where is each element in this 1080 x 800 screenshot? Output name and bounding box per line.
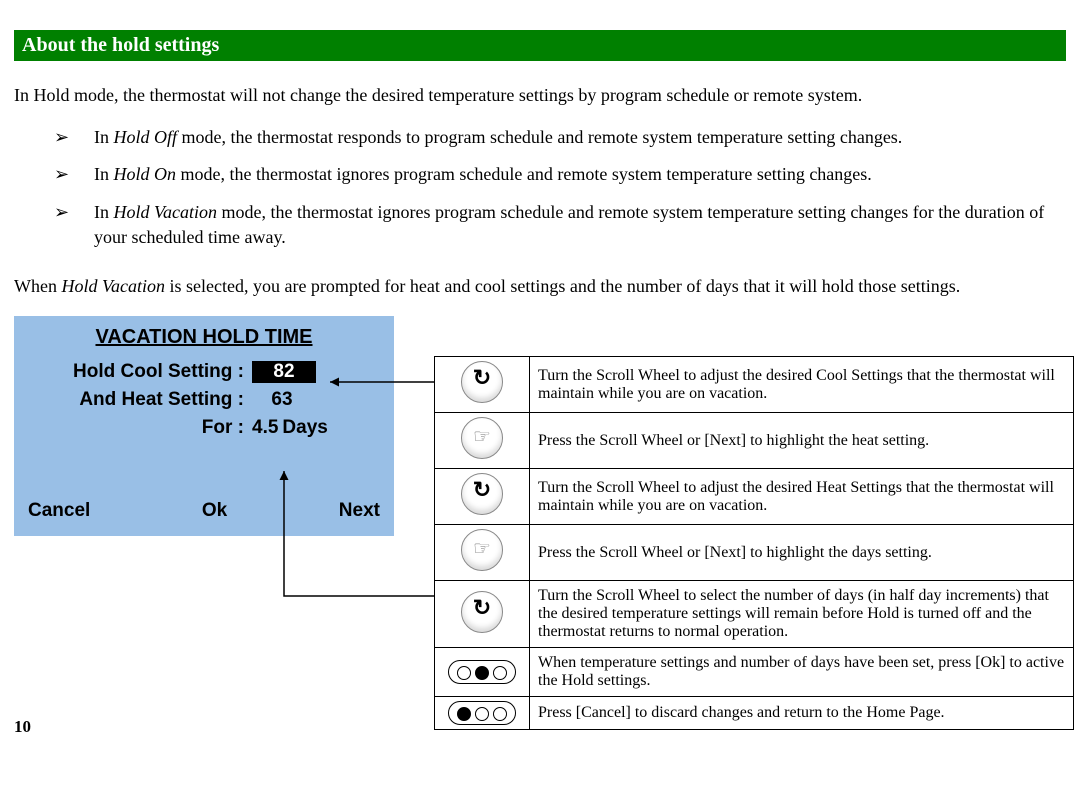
- intro-paragraph: In Hold mode, the thermostat will not ch…: [14, 83, 1066, 107]
- instruction-text: Press the Scroll Wheel or [Next] to high…: [530, 525, 1074, 581]
- duration-row: For : 4.5Days: [14, 417, 394, 439]
- list-item-text: mode, the thermostat responds to program…: [177, 127, 902, 147]
- instruction-text: Press the Scroll Wheel or [Next] to high…: [530, 413, 1074, 469]
- ok-button-icon: [448, 660, 516, 684]
- cool-setting-row: Hold Cool Setting : 82: [14, 361, 394, 383]
- list-item-text: mode, the thermostat ignores program sch…: [176, 164, 872, 184]
- heat-setting-value: 63: [252, 389, 312, 411]
- instruction-table: Turn the Scroll Wheel to adjust the desi…: [434, 356, 1074, 730]
- rotate-icon: [461, 591, 503, 633]
- cancel-button[interactable]: Cancel: [28, 500, 90, 522]
- cool-setting-label: Hold Cool Setting :: [14, 361, 252, 383]
- table-row: Turn the Scroll Wheel to adjust the desi…: [435, 469, 1074, 525]
- rotate-icon: [461, 473, 503, 515]
- next-button[interactable]: Next: [339, 500, 380, 522]
- table-row: Press the Scroll Wheel or [Next] to high…: [435, 413, 1074, 469]
- table-row: Turn the Scroll Wheel to select the numb…: [435, 581, 1074, 648]
- table-row: When temperature settings and number of …: [435, 648, 1074, 697]
- duration-unit: Days: [282, 417, 327, 438]
- lcd-title: VACATION HOLD TIME: [14, 316, 394, 349]
- table-row: Turn the Scroll Wheel to adjust the desi…: [435, 357, 1074, 413]
- hold-mode-list: In Hold Off mode, the thermostat respond…: [14, 125, 1066, 250]
- table-row: Press the Scroll Wheel or [Next] to high…: [435, 525, 1074, 581]
- instruction-text: Turn the Scroll Wheel to adjust the desi…: [530, 469, 1074, 525]
- duration-label: For :: [14, 417, 252, 439]
- list-item: In Hold Off mode, the thermostat respond…: [54, 125, 1066, 150]
- touch-icon: [461, 417, 503, 459]
- table-row: Press [Cancel] to discard changes and re…: [435, 697, 1074, 730]
- rotate-icon: [461, 361, 503, 403]
- instruction-text: Press [Cancel] to discard changes and re…: [530, 697, 1074, 730]
- heat-setting-row: And Heat Setting : 63: [14, 389, 394, 411]
- text-fragment: When: [14, 276, 61, 296]
- ok-button[interactable]: Ok: [202, 500, 227, 522]
- section-heading: About the hold settings: [14, 30, 1066, 61]
- followup-paragraph: When Hold Vacation is selected, you are …: [14, 274, 1066, 298]
- list-item: In Hold Vacation mode, the thermostat ig…: [54, 200, 1066, 250]
- list-item-text: mode, the thermostat ignores program sch…: [94, 202, 1044, 247]
- text-fragment: is selected, you are prompted for heat a…: [165, 276, 960, 296]
- instruction-text: Turn the Scroll Wheel to adjust the desi…: [530, 357, 1074, 413]
- mode-name: Hold On: [114, 164, 177, 184]
- list-item: In Hold On mode, the thermostat ignores …: [54, 162, 1066, 187]
- cool-setting-value: 82: [252, 361, 316, 383]
- instruction-text: When temperature settings and number of …: [530, 648, 1074, 697]
- mode-name: Hold Vacation: [114, 202, 218, 222]
- mode-name: Hold Vacation: [61, 276, 165, 296]
- page-number: 10: [14, 717, 31, 737]
- thermostat-screen: VACATION HOLD TIME Hold Cool Setting : 8…: [14, 316, 394, 536]
- cancel-button-icon: [448, 701, 516, 725]
- mode-name: Hold Off: [114, 127, 178, 147]
- instruction-text: Turn the Scroll Wheel to select the numb…: [530, 581, 1074, 648]
- heat-setting-label: And Heat Setting :: [14, 389, 252, 411]
- duration-value: 4.5: [252, 417, 278, 438]
- touch-icon: [461, 529, 503, 571]
